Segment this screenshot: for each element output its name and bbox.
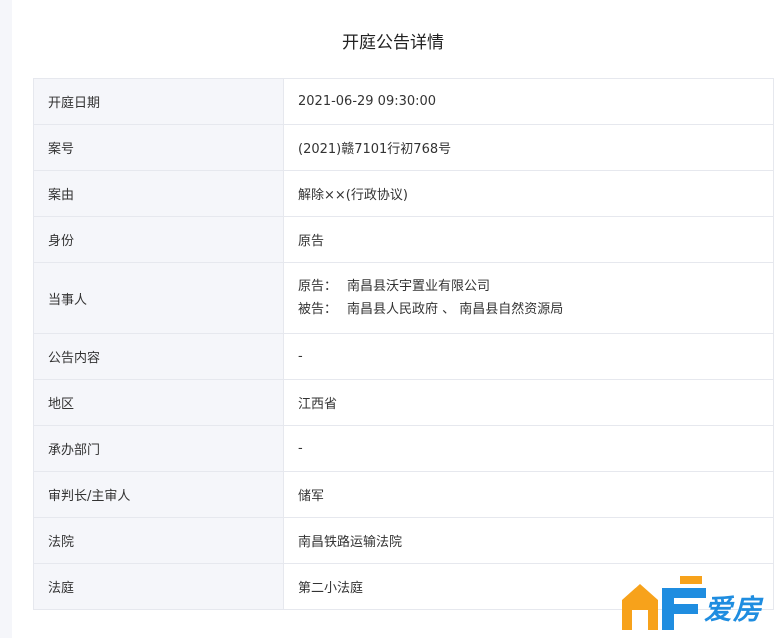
table-row: 案号 (2021)赣7101行初768号 — [33, 124, 774, 171]
table-row: 开庭日期 2021-06-29 09:30:00 — [33, 78, 774, 125]
defendant-names: 南昌县人民政府 、 南昌县自然资源局 — [347, 302, 564, 317]
detail-table: 开庭日期 2021-06-29 09:30:00 案号 (2021)赣7101行… — [33, 78, 774, 610]
row-label-court: 法院 — [33, 517, 284, 564]
plaintiff-names: 南昌县沃宇置业有限公司 — [347, 279, 491, 294]
table-row: 法院 南昌铁路运输法院 — [33, 517, 774, 564]
row-value-judge: 储军 — [283, 471, 774, 518]
row-label-case-number: 案号 — [33, 124, 284, 171]
row-value-identity: 原告 — [283, 216, 774, 263]
row-value-cause: 解除××(行政协议) — [283, 170, 774, 217]
row-value-court: 南昌铁路运输法院 — [283, 517, 774, 564]
row-value-department: - — [283, 425, 774, 472]
row-label-hearing-date: 开庭日期 — [33, 78, 284, 125]
row-label-courtroom: 法庭 — [33, 563, 284, 610]
table-row: 承办部门 - — [33, 425, 774, 472]
row-label-parties: 当事人 — [33, 262, 284, 334]
row-value-notice-content: - — [283, 333, 774, 380]
row-label-department: 承办部门 — [33, 425, 284, 472]
page-left-margin — [0, 0, 12, 638]
defendant-role: 被告： — [298, 302, 338, 317]
table-row: 当事人 原告： 南昌县沃宇置业有限公司 被告： 南昌县人民政府 、 南昌县自然资源局 — [33, 262, 774, 334]
watermark-text: 爱房 — [704, 593, 763, 626]
row-value-case-number: (2021)赣7101行初768号 — [283, 124, 774, 171]
table-row: 身份 原告 — [33, 216, 774, 263]
defendant-line: 被告： 南昌县人民政府 、 南昌县自然资源局 — [298, 298, 759, 321]
row-label-judge: 审判长/主审人 — [33, 471, 284, 518]
watermark-logo: 爱房 — [618, 570, 774, 634]
table-row: 审判长/主审人 储军 — [33, 471, 774, 518]
row-label-region: 地区 — [33, 379, 284, 426]
row-value-hearing-date: 2021-06-29 09:30:00 — [283, 78, 774, 125]
table-row: 案由 解除××(行政协议) — [33, 170, 774, 217]
house-logo-icon — [622, 576, 706, 630]
table-row: 地区 江西省 — [33, 379, 774, 426]
row-value-region: 江西省 — [283, 379, 774, 426]
detail-panel: 开庭公告详情 开庭日期 2021-06-29 09:30:00 案号 (2021… — [12, 0, 774, 638]
plaintiff-line: 原告： 南昌县沃宇置业有限公司 — [298, 275, 759, 298]
row-label-cause: 案由 — [33, 170, 284, 217]
row-label-identity: 身份 — [33, 216, 284, 263]
table-row: 公告内容 - — [33, 333, 774, 380]
row-value-parties: 原告： 南昌县沃宇置业有限公司 被告： 南昌县人民政府 、 南昌县自然资源局 — [283, 262, 774, 334]
row-label-notice-content: 公告内容 — [33, 333, 284, 380]
page-title: 开庭公告详情 — [342, 33, 444, 53]
plaintiff-role: 原告： — [298, 279, 338, 294]
